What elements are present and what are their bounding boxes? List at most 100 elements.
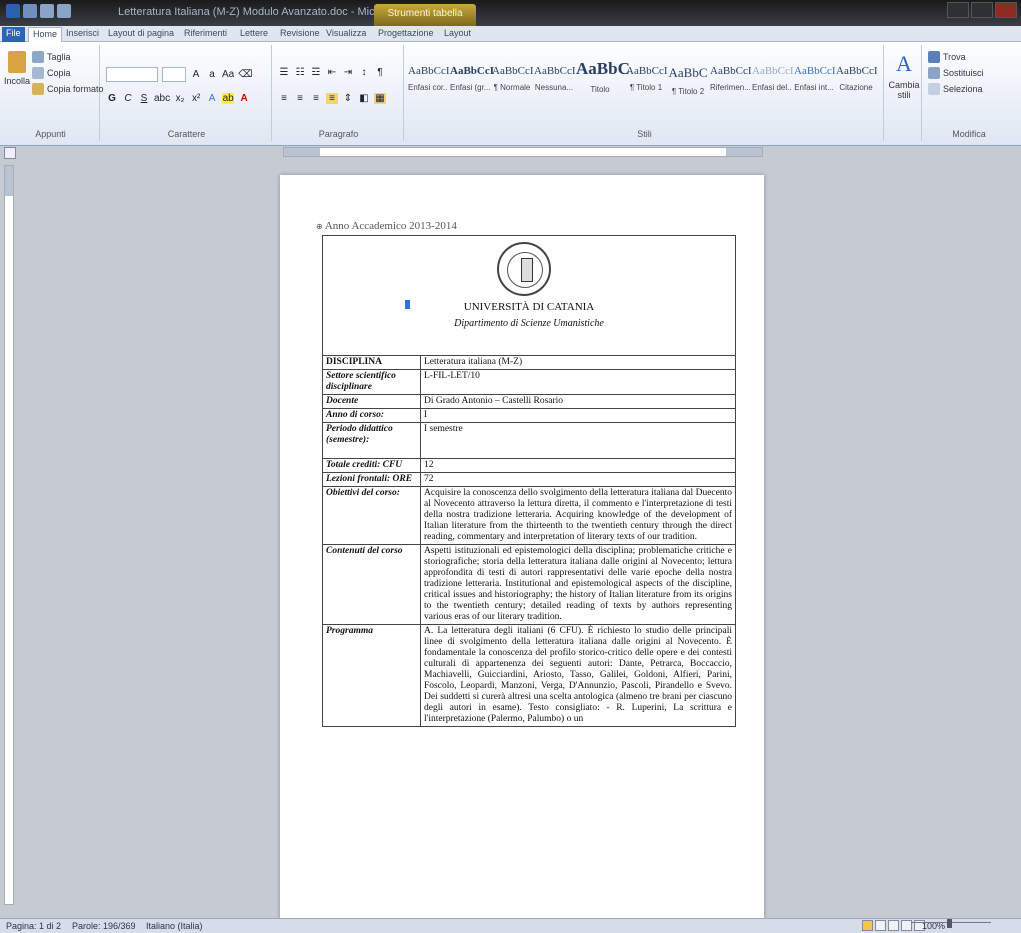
grow-font-icon[interactable]: A (190, 69, 202, 80)
row-value[interactable]: L-FIL-LET/10 (420, 369, 736, 395)
style-item[interactable]: AaBbC Titolo (576, 51, 630, 103)
tab-page-layout[interactable]: Layout di pagina (104, 27, 178, 42)
print-layout-icon[interactable] (862, 920, 873, 931)
numbering-icon[interactable]: ☷ (294, 67, 306, 78)
full-screen-icon[interactable] (875, 920, 886, 931)
row-value[interactable]: Aspetti istituzionali ed epistemologici … (420, 544, 736, 625)
style-item[interactable]: AaBbCcI Enfasi cor... (408, 51, 450, 103)
style-item[interactable]: AaBbCcI Enfasi del... (752, 51, 794, 103)
style-item[interactable]: AaBbCcI ¶ Normale (492, 51, 534, 103)
justify-icon[interactable]: ≡ (326, 93, 338, 104)
underline-icon[interactable]: S (138, 93, 150, 104)
bullets-icon[interactable]: ☰ (278, 67, 290, 78)
tab-references[interactable]: Riferimenti (180, 27, 231, 42)
row-label[interactable]: Docente (322, 394, 421, 409)
header-cell[interactable]: UNIVERSITÀ DI CATANIA Dipartimento di Sc… (322, 235, 736, 356)
table-move-handle-icon[interactable]: ⊕ (316, 222, 323, 231)
row-label[interactable]: Lezioni frontali: ORE (322, 472, 421, 487)
maximize-icon[interactable] (971, 2, 993, 18)
close-icon[interactable] (995, 2, 1017, 18)
style-item[interactable]: AaBbCcI Citazione (836, 51, 878, 103)
document-page[interactable]: ⊕ Anno Accademico 2013-2014 UNIVERSITÀ D… (280, 175, 764, 920)
shrink-font-icon[interactable]: a (206, 69, 218, 80)
save-icon[interactable] (23, 4, 37, 18)
page-count[interactable]: Pagina: 1 di 2 (6, 921, 61, 931)
style-item[interactable]: AaBbCcI Enfasi (gr... (450, 51, 494, 103)
change-case-icon[interactable]: Aa (222, 69, 234, 80)
horizontal-ruler[interactable] (283, 147, 763, 157)
align-right-icon[interactable]: ≡ (310, 93, 322, 104)
format-painter-button[interactable]: Copia formato (32, 83, 104, 95)
tab-file[interactable]: File (2, 27, 25, 42)
style-item[interactable]: AaBbCcI Nessuna... (534, 51, 576, 103)
increase-indent-icon[interactable]: ⇥ (342, 67, 354, 78)
row-label[interactable]: DISCIPLINA (322, 355, 421, 370)
style-item[interactable]: AaBbCcI Riferimen... (710, 51, 752, 103)
change-styles-button[interactable]: A Cambia stili (889, 51, 920, 100)
row-label[interactable]: Totale crediti: CFU (322, 458, 421, 473)
tab-insert[interactable]: Inserisci (62, 27, 103, 42)
cut-button[interactable]: Taglia (32, 51, 71, 63)
ruler-toggle-icon[interactable] (4, 147, 16, 159)
syllabus-table[interactable]: UNIVERSITÀ DI CATANIA Dipartimento di Sc… (322, 235, 736, 727)
row-label[interactable]: Periodo didattico (semestre): (322, 422, 421, 459)
row-value[interactable]: 12 (420, 458, 736, 473)
row-value[interactable]: Acquisire la conoscenza dello svolgiment… (420, 486, 736, 545)
row-value[interactable]: Di Grado Antonio – Castelli Rosario (420, 394, 736, 409)
web-layout-icon[interactable] (888, 920, 899, 931)
row-value[interactable]: A. La letteratura degli italiani (6 CFU)… (420, 624, 736, 727)
find-button[interactable]: Trova (928, 51, 966, 63)
minimize-icon[interactable] (947, 2, 969, 18)
undo-icon[interactable] (40, 4, 54, 18)
replace-button[interactable]: Sostituisci (928, 67, 984, 79)
tab-view[interactable]: Visualizza (322, 27, 370, 42)
align-left-icon[interactable]: ≡ (278, 93, 290, 104)
tab-design[interactable]: Progettazione (374, 27, 438, 42)
clear-formatting-icon[interactable]: ⌫ (238, 69, 252, 80)
row-value[interactable]: I semestre (420, 422, 736, 459)
style-item[interactable]: AaBbCcI ¶ Titolo 1 (626, 51, 668, 103)
word-count[interactable]: Parole: 196/369 (72, 921, 136, 931)
style-item[interactable]: AaBbC ¶ Titolo 2 (668, 51, 708, 103)
font-size-combo[interactable] (162, 67, 186, 82)
zoom-slider[interactable] (911, 919, 991, 930)
font-color-icon[interactable]: A (238, 93, 250, 104)
copy-button[interactable]: Copia (32, 67, 71, 79)
language[interactable]: Italiano (Italia) (146, 921, 203, 931)
row-value[interactable]: Letteratura italiana (M-Z) (420, 355, 736, 370)
redo-icon[interactable] (57, 4, 71, 18)
decrease-indent-icon[interactable]: ⇤ (326, 67, 338, 78)
paste-button[interactable]: Incolla (4, 51, 30, 86)
font-name-combo[interactable] (106, 67, 158, 82)
tab-home[interactable]: Home (28, 27, 63, 42)
line-spacing-icon[interactable]: ⇕ (342, 93, 354, 104)
tab-review[interactable]: Revisione (276, 27, 324, 42)
strikethrough-icon[interactable]: abc (154, 93, 170, 104)
bold-icon[interactable]: G (106, 93, 118, 104)
superscript-icon[interactable]: x² (190, 93, 202, 104)
word-logo-icon[interactable] (6, 4, 20, 18)
pilcrow-icon[interactable]: ¶ (374, 67, 386, 78)
row-label[interactable]: Settore scientifico disciplinare (322, 369, 421, 395)
row-label[interactable]: Anno di corso: (322, 408, 421, 423)
contextual-tab-table-tools[interactable]: Strumenti tabella (374, 4, 476, 26)
italic-icon[interactable]: C (122, 93, 134, 104)
text-effects-icon[interactable]: A (206, 93, 218, 104)
zoom-slider-knob[interactable] (947, 919, 952, 928)
style-item[interactable]: AaBbCcI Enfasi int... (794, 51, 836, 103)
highlight-icon[interactable]: ab (222, 93, 235, 104)
row-label[interactable]: Programma (322, 624, 421, 727)
select-button[interactable]: Seleziona (928, 83, 983, 95)
borders-icon[interactable]: ▦ (374, 93, 386, 104)
row-label[interactable]: Contenuti del corso (322, 544, 421, 625)
tab-layout[interactable]: Layout (440, 27, 475, 42)
row-value[interactable]: I (420, 408, 736, 423)
subscript-icon[interactable]: x₂ (174, 93, 186, 104)
row-value[interactable]: 72 (420, 472, 736, 487)
row-label[interactable]: Obiettivi del corso: (322, 486, 421, 545)
tab-mailings[interactable]: Lettere (236, 27, 272, 42)
vertical-ruler[interactable] (4, 165, 14, 905)
align-center-icon[interactable]: ≡ (294, 93, 306, 104)
shading-icon[interactable]: ◧ (358, 93, 370, 104)
sort-icon[interactable]: ↕ (358, 67, 370, 78)
